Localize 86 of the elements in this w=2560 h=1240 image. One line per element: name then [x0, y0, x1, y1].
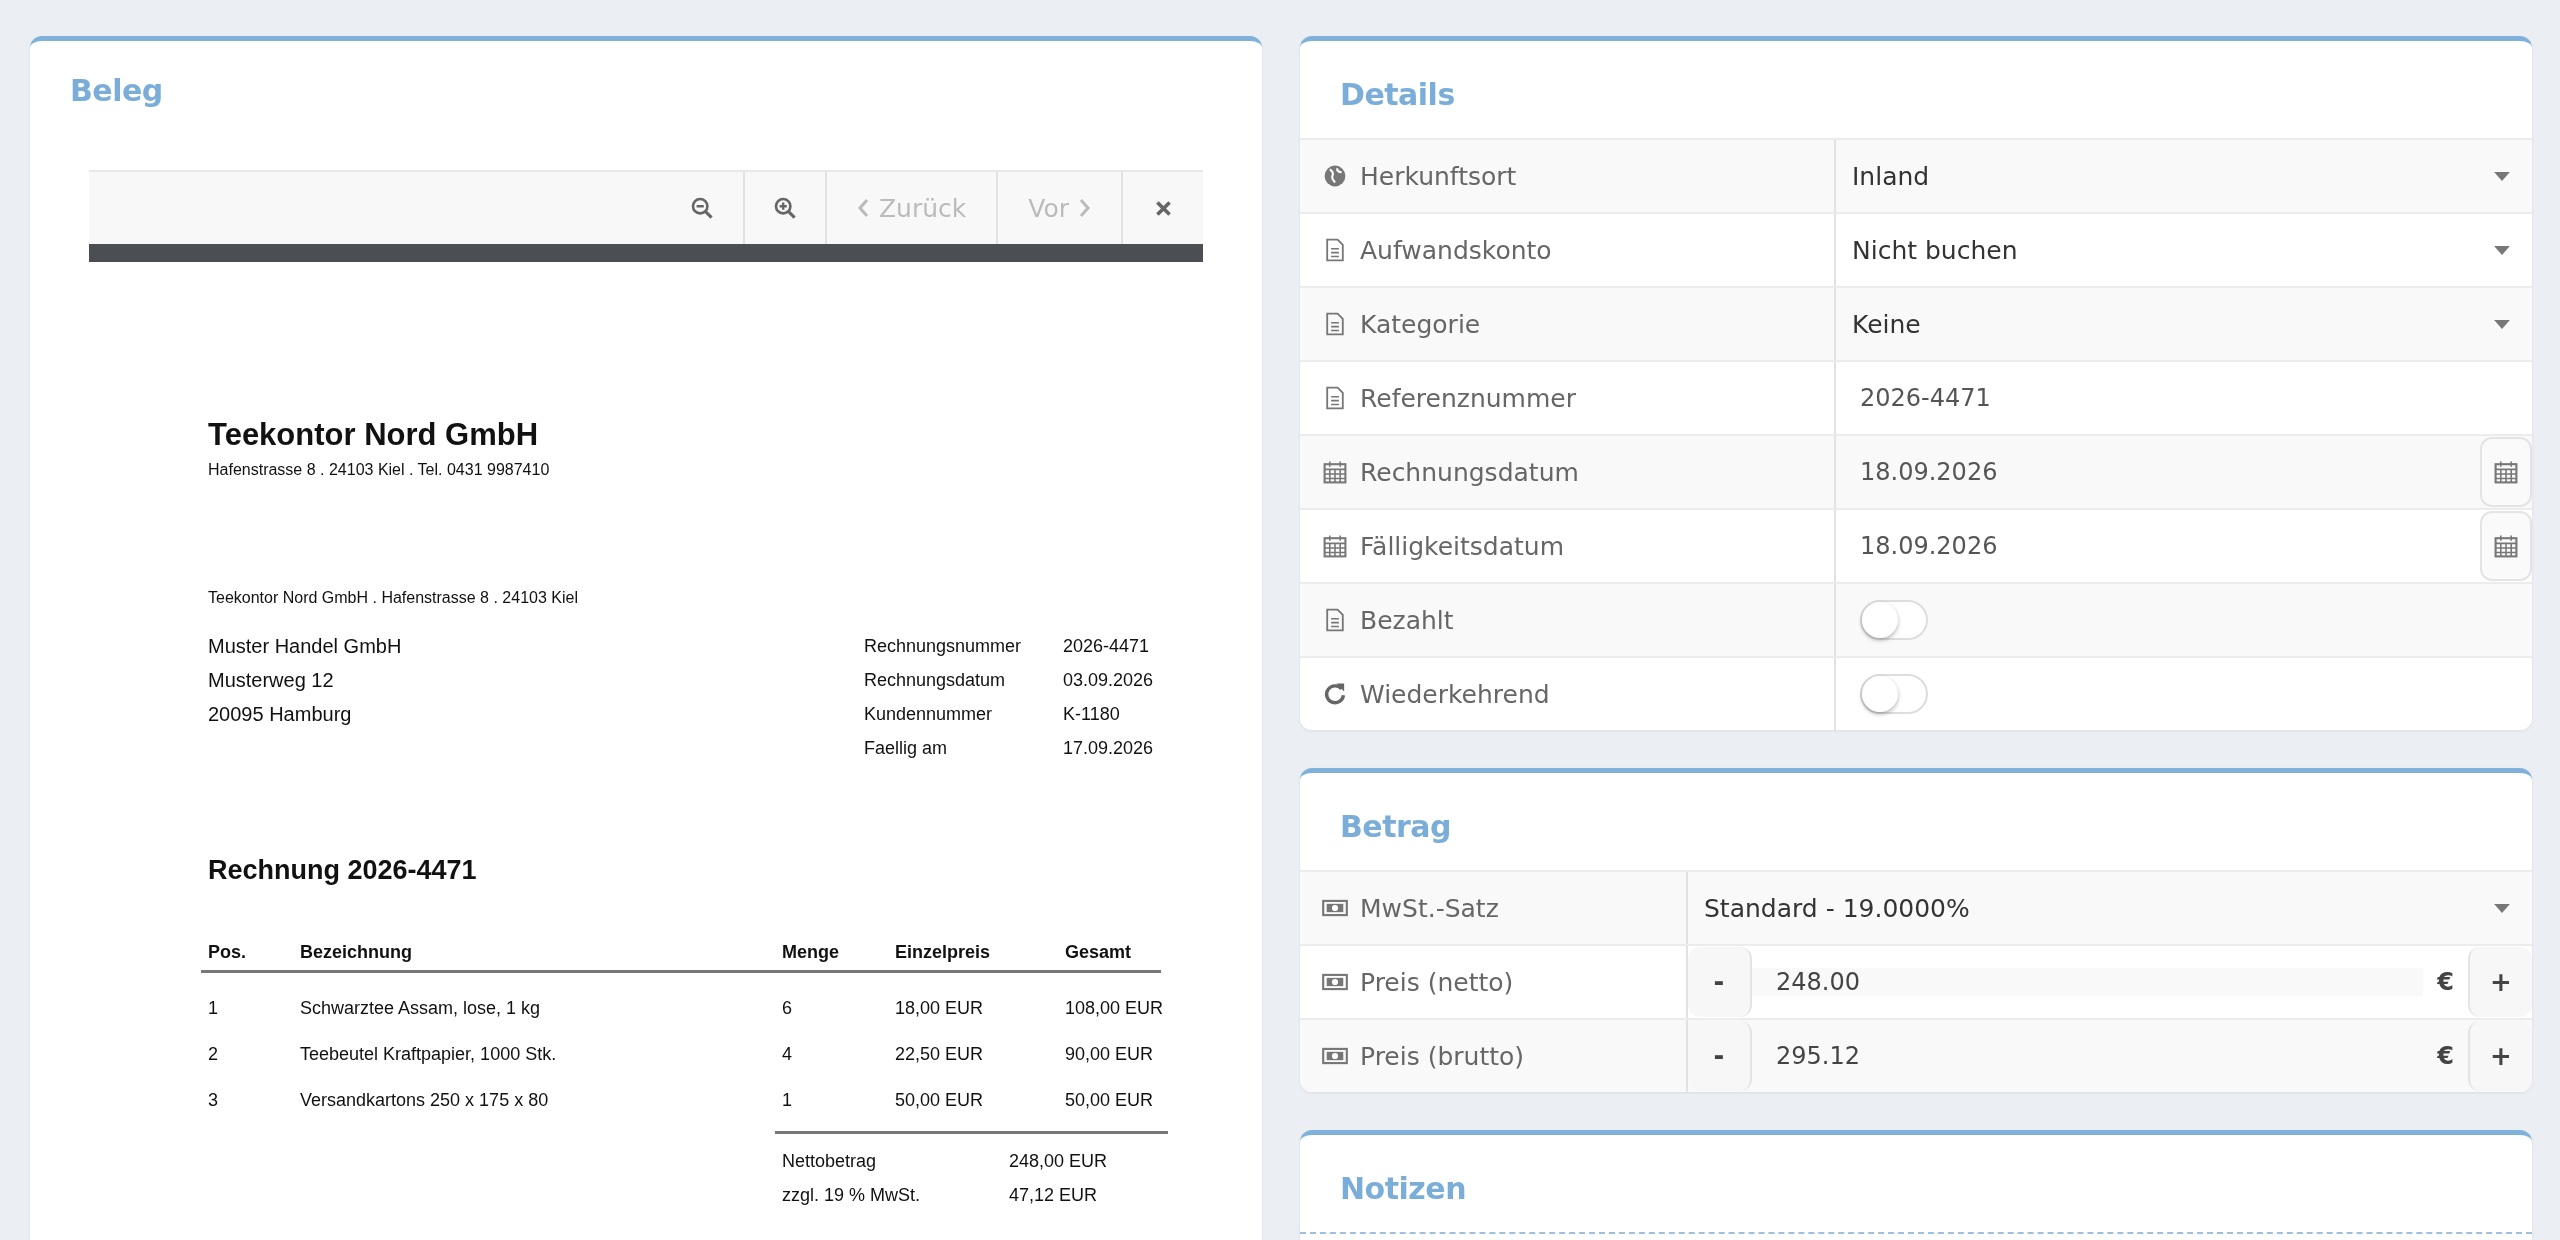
company-name: Teekontor Nord GmbH — [208, 417, 540, 453]
table-cell-text: 50,00 EUR — [895, 1089, 985, 1112]
field-label: Fälligkeitsdatum — [1360, 531, 1565, 561]
total-label: zzgl. 19 % MwSt. — [782, 1184, 922, 1207]
close-icon — [1154, 199, 1172, 217]
table-cell-text: Teebeutel Kraftpapier, 1000 Stk. — [300, 1043, 558, 1066]
field-label: Rechnungsdatum — [1360, 457, 1579, 487]
table-cell-text: 6 — [782, 997, 793, 1020]
column-header: Bezeichnung — [300, 941, 413, 964]
zoom-in-icon — [772, 196, 797, 220]
chevron-left-icon — [856, 198, 869, 218]
table-cell-text: Versandkartons 250 x 175 x 80 — [300, 1089, 550, 1112]
meta-label: Rechnungsnummer — [864, 635, 1023, 658]
column-header: Menge — [782, 941, 840, 964]
table-cell-text: 50,00 EUR — [1065, 1089, 1155, 1112]
table-cell-text: Schwarztee Assam, lose, 1 kg — [300, 997, 542, 1020]
currency-symbol: € — [2436, 968, 2455, 996]
invoice-heading: Rechnung 2026-4471 — [208, 855, 478, 886]
field-label: MwSt.-Satz — [1360, 893, 1499, 923]
total-value: 47,12 EUR — [1009, 1184, 1098, 1207]
field-label: Preis (netto) — [1360, 967, 1514, 997]
date-field[interactable]: 18.09.2026 — [1836, 532, 2480, 560]
calendar-icon — [1322, 533, 1348, 559]
globe-icon — [1322, 163, 1348, 189]
table-cell-text: 2 — [208, 1043, 219, 1066]
chevron-right-icon — [1079, 198, 1091, 218]
meta-label: Rechnungsdatum — [864, 669, 1007, 692]
company-address: Hafenstrasse 8 . 24103 Kiel . Tel. 0431 9987410 — [208, 461, 551, 479]
caret-icon — [2494, 903, 2510, 913]
table-cell-text: 4 — [782, 1043, 793, 1066]
select-field[interactable]: Inland — [1836, 161, 2532, 191]
calendar-button[interactable] — [2480, 437, 2532, 507]
caret-icon — [2494, 245, 2510, 255]
zoom-out-icon — [689, 196, 714, 220]
field-label: Aufwandskonto — [1360, 235, 1552, 265]
table-cell-text: 1 — [782, 1089, 793, 1112]
card-title: Details — [1339, 76, 1456, 114]
card-title: Betrag — [1339, 808, 1453, 846]
meta-value: 2026-4471 — [1063, 635, 1150, 658]
date-field[interactable]: 18.09.2026 — [1836, 458, 2480, 486]
toggle-switch[interactable] — [1860, 674, 1928, 714]
total-label: Nettobetrag — [782, 1150, 878, 1173]
table-cell-text: 3 — [208, 1089, 219, 1112]
field-label: Herkunftsort — [1360, 161, 1517, 191]
amount-field[interactable]: 248.00 — [1752, 968, 2424, 996]
select-field[interactable]: Keine — [1836, 309, 2532, 339]
recipient-address-line: Musterweg 12 — [208, 668, 335, 693]
field-label: Wiederkehrend — [1360, 679, 1550, 709]
table-cell-text: 90,00 EUR — [1065, 1043, 1155, 1066]
select-field[interactable]: Standard - 19.0000% — [1688, 893, 2532, 923]
field-label: Kategorie — [1360, 309, 1481, 339]
meta-value: 03.09.2026 — [1063, 669, 1154, 692]
sender-line: Teekontor Nord GmbH . Hafenstrasse 8 . 24103 Kiel — [208, 589, 579, 607]
increment-button[interactable]: + — [2468, 1021, 2532, 1091]
input-field[interactable]: 2026-4471 — [1836, 384, 2532, 412]
field-label: Preis (brutto) — [1360, 1041, 1525, 1071]
table-cell-text: 1 — [208, 997, 219, 1020]
caret-icon — [2494, 171, 2510, 181]
field-label: Bezahlt — [1360, 605, 1454, 635]
meta-value: 17.09.2026 — [1063, 737, 1154, 760]
calendar-button[interactable] — [2480, 511, 2532, 581]
total-value: 248,00 EUR — [1009, 1150, 1108, 1173]
column-header: Pos. — [208, 941, 247, 964]
column-header: Einzelpreis — [895, 941, 992, 964]
meta-value: K-1180 — [1063, 703, 1120, 726]
calendar-icon — [2493, 533, 2519, 559]
table-cell-text: 18,00 EUR — [895, 997, 985, 1020]
decrement-button[interactable]: - — [1688, 947, 1752, 1017]
table-cell-text: 22,50 EUR — [895, 1043, 985, 1066]
increment-button[interactable]: + — [2468, 947, 2532, 1017]
caret-icon — [2494, 319, 2510, 329]
toggle-switch[interactable] — [1860, 600, 1928, 640]
calendar-icon — [2493, 459, 2519, 485]
select-field[interactable]: Nicht buchen — [1836, 235, 2532, 265]
field-label: Referenznummer — [1360, 383, 1576, 413]
recipient-address-line: 20095 Hamburg — [208, 702, 353, 727]
card-title: Beleg — [69, 72, 164, 110]
card-title: Notizen — [1339, 1170, 1467, 1208]
refresh-icon — [1322, 681, 1348, 707]
table-cell-text: 108,00 EUR — [1065, 997, 1165, 1020]
calendar-icon — [1322, 459, 1348, 485]
currency-symbol: € — [2436, 1042, 2455, 1070]
recipient-address-line: Muster Handel GmbH — [208, 634, 402, 659]
column-header: Gesamt — [1065, 941, 1133, 964]
meta-label: Faellig am — [864, 737, 949, 760]
meta-label: Kundennummer — [864, 703, 994, 726]
